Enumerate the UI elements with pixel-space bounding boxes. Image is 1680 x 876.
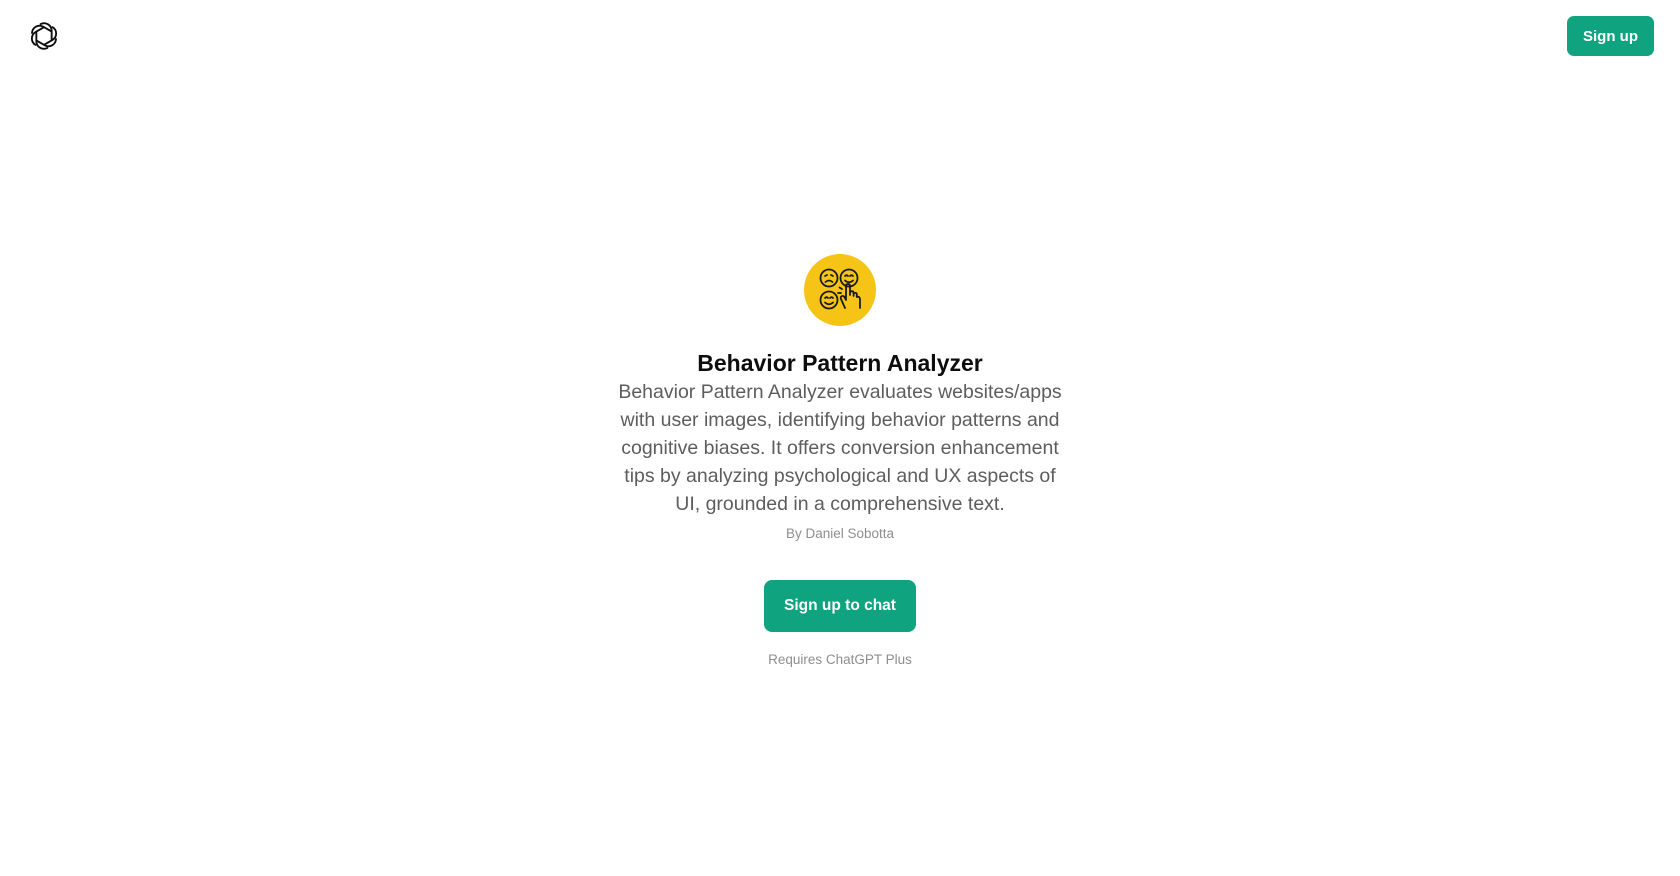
top-bar: Sign up: [0, 0, 1680, 72]
faces-with-pointing-hand-icon: [819, 268, 861, 310]
gpt-profile: Behavior Pattern Analyzer Behavior Patte…: [0, 254, 1680, 670]
gpt-title: Behavior Pattern Analyzer: [697, 350, 983, 376]
sign-up-to-chat-button[interactable]: Sign up to chat: [764, 580, 916, 632]
plan-requirement-note: Requires ChatGPT Plus: [768, 652, 912, 667]
gpt-avatar: [804, 254, 876, 326]
sign-up-button[interactable]: Sign up: [1567, 16, 1654, 56]
gpt-author: By Daniel Sobotta: [785, 526, 895, 541]
gpt-description: Behavior Pattern Analyzer evaluates webs…: [618, 381, 1062, 515]
openai-logo-icon[interactable]: [27, 19, 61, 53]
